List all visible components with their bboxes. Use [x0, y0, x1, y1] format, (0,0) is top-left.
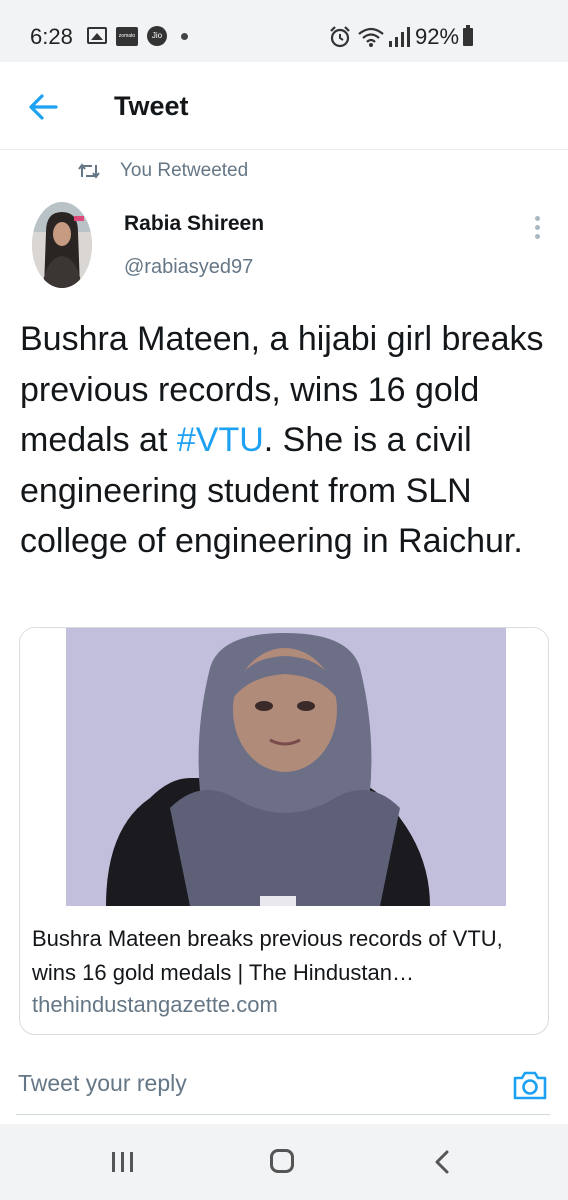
reply-bar: Tweet your reply — [0, 1052, 568, 1118]
recents-icon[interactable] — [112, 1152, 136, 1172]
reply-divider — [16, 1114, 550, 1115]
arrow-left-icon[interactable] — [26, 90, 62, 124]
page-title: Tweet — [114, 91, 189, 121]
tweet-text: Bushra Mateen, a hijabi girl breaks prev… — [20, 314, 550, 567]
status-time: 6:28 — [30, 24, 73, 49]
retweet-icon — [78, 163, 100, 179]
wifi-icon — [358, 27, 384, 47]
author-name[interactable]: Rabia Shireen — [124, 212, 264, 236]
more-options-icon[interactable] — [528, 214, 546, 242]
header: Tweet — [0, 62, 568, 150]
jio-icon: Jio — [147, 26, 167, 46]
card-title[interactable]: Bushra Mateen breaks previous records of… — [32, 922, 538, 990]
camera-icon[interactable] — [512, 1068, 548, 1102]
status-bar: 6:28 zomato Jio 92% — [0, 0, 568, 62]
reply-input[interactable]: Tweet your reply — [18, 1070, 187, 1097]
author-handle[interactable]: @rabiasyed97 — [124, 256, 253, 279]
home-icon[interactable] — [270, 1149, 294, 1173]
link-card[interactable]: Bushra Mateen breaks previous records of… — [19, 627, 549, 1035]
system-nav-bar — [0, 1124, 568, 1200]
retweet-label: You Retweeted — [120, 160, 249, 181]
card-domain[interactable]: thehindustangazette.com — [32, 992, 278, 1018]
alarm-icon — [330, 26, 350, 48]
battery-percent: 92% — [415, 24, 460, 49]
avatar[interactable] — [32, 202, 92, 288]
hashtag-link[interactable]: #VTU — [177, 421, 264, 459]
battery-icon — [463, 25, 473, 46]
zomato-icon: zomato — [116, 27, 138, 46]
signal-icon — [389, 27, 410, 47]
back-icon[interactable] — [432, 1149, 452, 1175]
card-image — [20, 628, 548, 906]
gallery-icon — [87, 27, 107, 44]
dot-icon — [181, 33, 188, 40]
